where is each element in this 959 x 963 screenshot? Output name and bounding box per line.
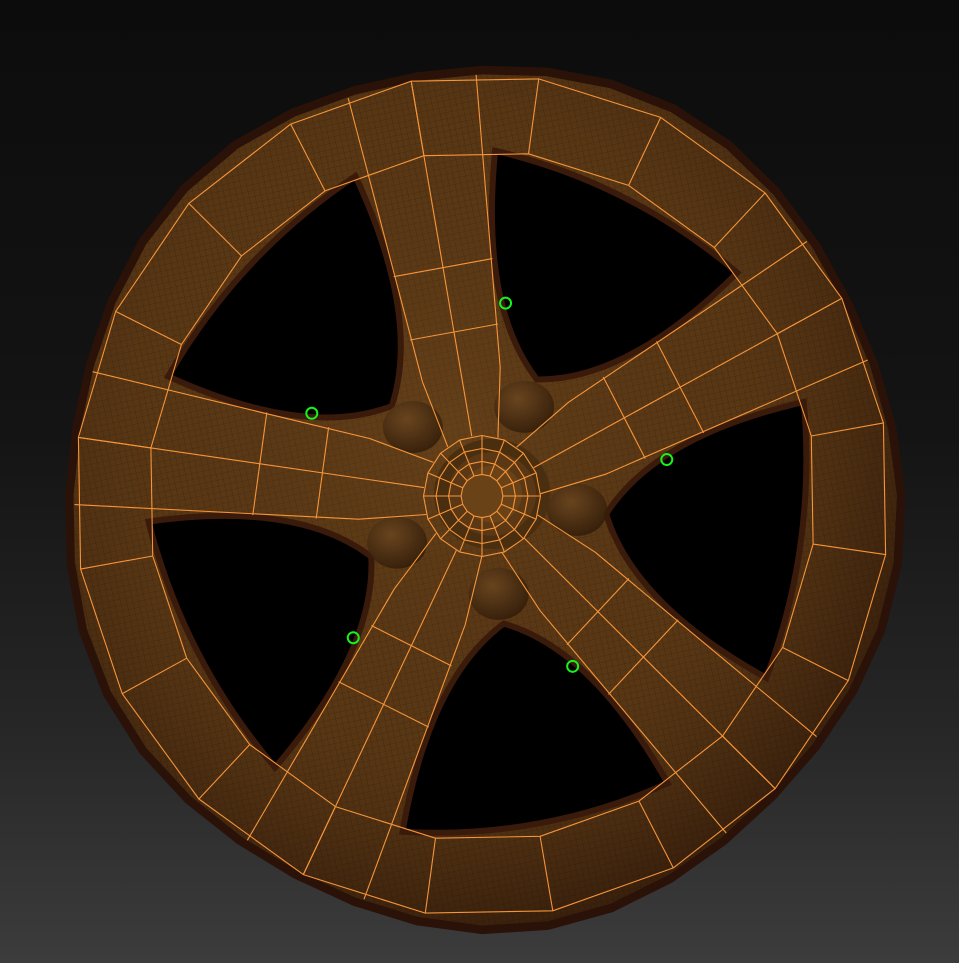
wheel-model[interactable] (0, 0, 959, 963)
lug-recess (367, 516, 428, 569)
center-cap (434, 438, 550, 550)
3d-viewport[interactable] (0, 0, 959, 963)
lug-recess (494, 380, 555, 433)
lug-recess (547, 483, 608, 536)
lug-recess (382, 400, 443, 453)
